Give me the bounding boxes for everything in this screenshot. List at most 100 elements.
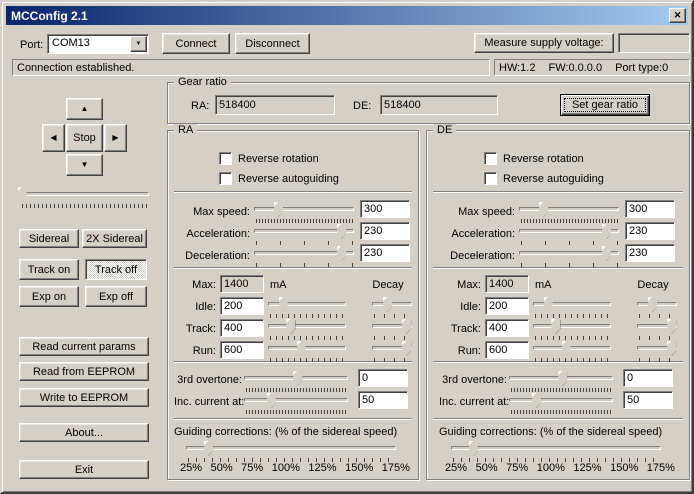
de-run-decay-slider[interactable] [637,341,677,357]
about-button[interactable]: About... [19,423,149,442]
slider-thumb[interactable] [383,297,392,312]
slider-thumb[interactable] [562,341,571,356]
slew-down-button[interactable]: ▼ [66,154,103,176]
slider-thumb[interactable] [544,297,553,312]
ra-idle-current-field[interactable] [220,297,264,315]
guiding-label: Guiding corrections: (% of the sidereal … [439,425,662,439]
read-eeprom-button[interactable]: Read from EEPROM [19,362,149,381]
slider-thumb[interactable] [532,393,541,408]
ra-track-current-field[interactable] [220,319,264,337]
ra-deceleration-slider[interactable] [254,246,354,262]
ra-gear-label: RA: [191,99,209,113]
slider-ticks [535,358,611,362]
port-select[interactable]: COM13 ▼ [47,34,149,54]
set-gear-ratio-button[interactable]: Set gear ratio [560,94,650,116]
sidereal-button[interactable]: Sidereal [19,229,79,248]
slider-thumb[interactable] [551,319,560,334]
ra-reverse-rotation-checkbox[interactable] [219,152,232,165]
sidereal-2x-button[interactable]: 2X Sidereal [82,229,147,248]
de-track-current-field[interactable] [485,319,529,337]
slider-thumb[interactable] [469,441,478,456]
write-eeprom-button[interactable]: Write to EEPROM [19,388,149,407]
slider-thumb[interactable] [18,187,27,202]
de-reverse-rotation-checkbox[interactable] [484,152,497,165]
slider-thumb[interactable] [402,341,411,356]
track-on-button[interactable]: Track on [19,259,79,280]
ra-overtone-field[interactable] [358,369,408,387]
track-off-button[interactable]: Track off [85,259,147,280]
de-deceleration-slider[interactable] [519,246,619,262]
slider-thumb[interactable] [286,319,295,334]
de-deceleration-field[interactable] [625,244,675,262]
exp-on-button[interactable]: Exp on [19,286,79,307]
ra-inc-current-slider[interactable] [244,393,348,409]
slider-thumb[interactable] [204,441,213,456]
slider-thumb[interactable] [558,371,567,386]
ra-gear-field[interactable] [215,95,335,115]
read-params-button[interactable]: Read current params [19,337,149,356]
slider-thumb[interactable] [267,393,276,408]
de-inc-current-slider[interactable] [509,393,613,409]
de-idle-decay-slider[interactable] [637,297,677,313]
de-overtone-field[interactable] [623,369,673,387]
ra-overtone-slider[interactable] [244,371,348,387]
slider-thumb[interactable] [337,224,346,239]
slider-thumb[interactable] [297,341,306,356]
slew-right-button[interactable]: ▶ [104,124,127,152]
de-overtone-slider[interactable] [509,371,613,387]
ra-idle-current-slider[interactable] [268,297,346,313]
slider-thumb[interactable] [602,246,611,261]
de-max-speed-field[interactable] [625,200,675,218]
ra-run-decay-slider[interactable] [372,341,412,357]
slider-ticks [256,263,354,267]
slider-track [451,446,661,450]
de-acceleration-field[interactable] [625,222,675,240]
slider-thumb[interactable] [337,246,346,261]
ra-max-speed-field[interactable] [360,200,410,218]
slew-left-button[interactable]: ◀ [42,124,65,152]
connect-button[interactable]: Connect [162,33,230,54]
ra-inc-current-field[interactable] [358,391,408,409]
slider-thumb[interactable] [667,341,676,356]
ra-guiding-slider[interactable] [186,441,396,457]
slider-thumb[interactable] [539,202,548,217]
slider-thumb[interactable] [602,224,611,239]
slider-thumb[interactable] [648,297,657,312]
slider-thumb[interactable] [667,319,676,334]
de-run-current-field[interactable] [485,341,529,359]
close-button[interactable]: ✕ [669,8,686,23]
de-reverse-autoguiding-checkbox[interactable] [484,172,497,185]
exit-button[interactable]: Exit [19,460,149,479]
slider-thumb[interactable] [293,371,302,386]
ra-acceleration-field[interactable] [360,222,410,240]
disconnect-button[interactable]: Disconnect [235,33,310,54]
exp-off-button[interactable]: Exp off [85,286,147,307]
measure-voltage-button[interactable]: Measure supply voltage: [474,33,614,53]
ra-run-current-slider[interactable] [268,341,346,357]
de-inc-current-field[interactable] [623,391,673,409]
manual-speed-slider[interactable] [20,187,149,203]
stop-button[interactable]: Stop [66,124,103,152]
port-dropdown-button[interactable]: ▼ [130,36,147,52]
de-guiding-slider[interactable] [451,441,661,457]
de-idle-current-field[interactable] [485,297,529,315]
slider-thumb[interactable] [402,319,411,334]
de-track-current-slider[interactable] [533,319,611,335]
slew-up-button[interactable]: ▲ [66,98,103,120]
slider-thumb[interactable] [274,202,283,217]
de-track-decay-slider[interactable] [637,319,677,335]
ra-track-decay-slider[interactable] [372,319,412,335]
slider-thumb[interactable] [279,297,288,312]
de-run-current-slider[interactable] [533,341,611,357]
ra-deceleration-field[interactable] [360,244,410,262]
de-gear-field[interactable] [380,95,498,115]
ra-acceleration-slider[interactable] [254,224,354,240]
ra-reverse-autoguiding-checkbox[interactable] [219,172,232,185]
ra-track-current-slider[interactable] [268,319,346,335]
ra-run-current-field[interactable] [220,341,264,359]
ra-idle-decay-slider[interactable] [372,297,412,313]
ra-max-speed-slider[interactable] [254,202,354,218]
de-max-speed-slider[interactable] [519,202,619,218]
de-acceleration-slider[interactable] [519,224,619,240]
de-idle-current-slider[interactable] [533,297,611,313]
